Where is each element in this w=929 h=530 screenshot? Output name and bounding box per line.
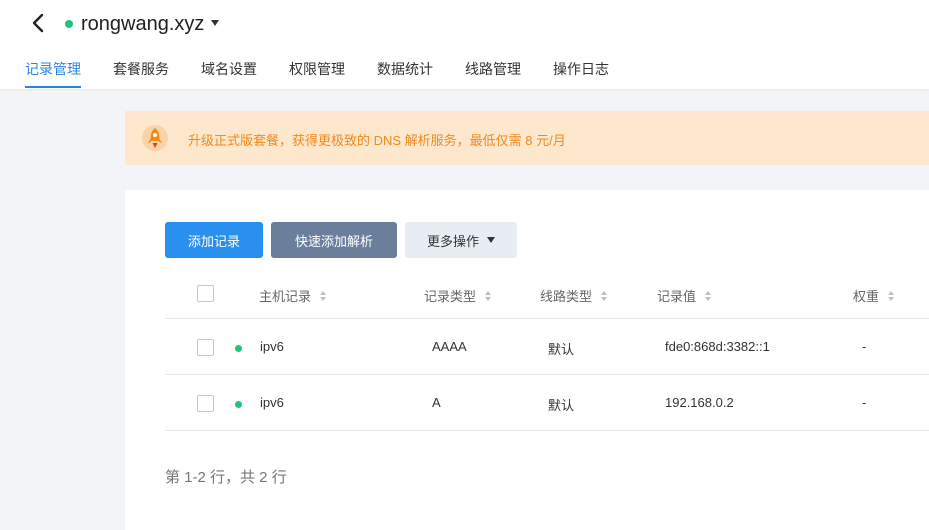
table-row[interactable]: ipv6 A 默认 192.168.0.2 -	[165, 375, 929, 431]
active-tab-indicator	[25, 86, 81, 88]
column-header-line-type[interactable]: 线路类型	[540, 286, 608, 305]
table-row[interactable]: ipv6 AAAA 默认 fde0:868d:3382::1 -	[165, 319, 929, 375]
column-header-record-value-label: 记录值	[657, 289, 697, 304]
column-header-host[interactable]: 主机记录	[259, 286, 327, 305]
back-chevron-icon[interactable]	[28, 12, 48, 34]
records-card: 添加记录 快速添加解析 更多操作 主机记录 记录类型 线路类型 记录值 权重 i…	[125, 190, 929, 530]
record-status-dot	[235, 401, 242, 408]
sort-icon[interactable]	[601, 290, 608, 301]
tab-package-service[interactable]: 套餐服务	[113, 59, 169, 79]
column-header-record-type-label: 记录类型	[424, 289, 477, 304]
cell-line-type: 默认	[548, 398, 575, 413]
column-header-record-value[interactable]: 记录值	[657, 286, 712, 305]
sort-icon[interactable]	[320, 290, 327, 301]
column-header-weight[interactable]: 权重	[853, 286, 895, 305]
domain-name: rongwang.xyz	[81, 13, 205, 35]
tab-permission-management[interactable]: 权限管理	[289, 59, 345, 79]
row-checkbox[interactable]	[197, 339, 214, 356]
upgrade-banner[interactable]: 升级正式版套餐，获得更极致的 DNS 解析服务，最低仅需 8 元/月	[125, 111, 929, 165]
cell-line-type: 默认	[548, 342, 575, 357]
column-header-record-type[interactable]: 记录类型	[424, 286, 492, 305]
column-header-weight-label: 权重	[853, 289, 880, 304]
tab-bar: 记录管理 套餐服务 域名设置 权限管理 数据统计 线路管理 操作日志	[0, 55, 929, 89]
tab-domain-settings[interactable]: 域名设置	[201, 59, 257, 79]
caret-down-icon	[487, 237, 495, 243]
cell-weight: -	[862, 395, 867, 410]
table-header-row: 主机记录 记录类型 线路类型 记录值 权重	[165, 268, 929, 319]
more-actions-dropdown[interactable]: 更多操作	[405, 222, 517, 258]
cell-record-type: A	[432, 395, 441, 410]
tab-operation-log[interactable]: 操作日志	[553, 59, 609, 79]
sort-icon[interactable]	[888, 290, 895, 301]
cell-record-value: fde0:868d:3382::1	[665, 339, 770, 354]
pagination-summary: 第 1-2 行，共 2 行	[165, 469, 287, 486]
tab-data-statistics[interactable]: 数据统计	[377, 59, 433, 79]
row-checkbox[interactable]	[197, 395, 214, 412]
more-actions-label: 更多操作	[426, 233, 479, 249]
select-all-checkbox[interactable]	[197, 285, 214, 302]
record-status-dot	[235, 345, 242, 352]
add-record-button[interactable]: 添加记录	[165, 222, 263, 258]
tab-record-management[interactable]: 记录管理	[25, 59, 81, 79]
top-header: rongwang.xyz 记录管理 套餐服务 域名设置 权限管理 数据统计 线路…	[0, 0, 929, 89]
domain-dropdown-caret-icon[interactable]	[211, 20, 219, 26]
column-header-line-type-label: 线路类型	[540, 289, 593, 304]
sort-icon[interactable]	[485, 290, 492, 301]
sort-icon[interactable]	[705, 290, 712, 301]
rocket-icon	[142, 125, 168, 151]
cell-record-value: 192.168.0.2	[665, 395, 734, 410]
tab-line-management[interactable]: 线路管理	[465, 59, 521, 79]
domain-status-dot	[65, 20, 73, 28]
cell-host: ipv6	[260, 339, 284, 354]
banner-message: 升级正式版套餐，获得更极致的 DNS 解析服务，最低仅需 8 元/月	[188, 133, 566, 148]
cell-weight: -	[862, 339, 867, 354]
cell-host: ipv6	[260, 395, 284, 410]
quick-add-resolution-button[interactable]: 快速添加解析	[271, 222, 397, 258]
cell-record-type: AAAA	[432, 339, 467, 354]
column-header-host-label: 主机记录	[259, 289, 312, 304]
